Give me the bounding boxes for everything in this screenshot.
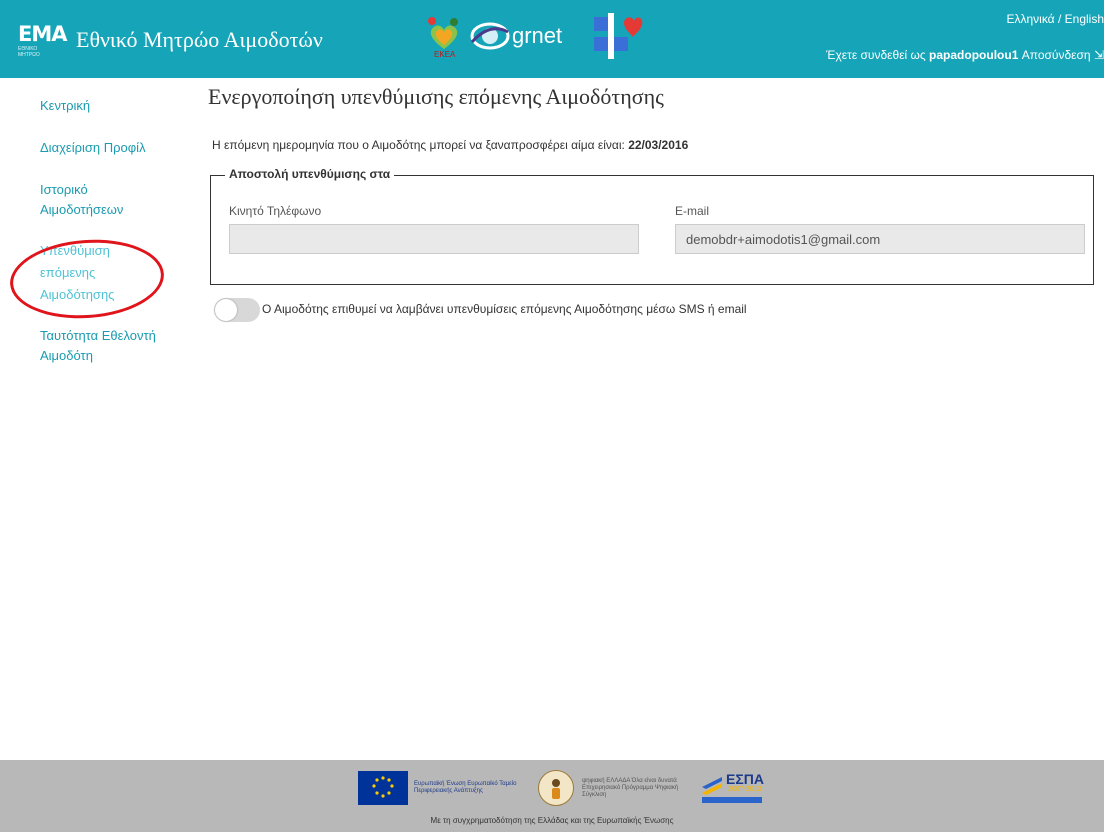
email-label: E-mail — [675, 204, 710, 218]
sidebar-item-home[interactable]: Κεντρική — [40, 96, 190, 116]
footer: Ευρωπαϊκή Ένωση Ευρωπαϊκό Ταμείο Περιφερ… — [0, 760, 1104, 832]
espa-logo: ΕΣΠΑ 2007-2013 — [700, 771, 780, 805]
grnet-logo: grnet — [470, 18, 562, 54]
logout-link[interactable]: Αποσύνδεση — [1022, 48, 1091, 62]
eu-fund-text: Ευρωπαϊκή Ένωση Ευρωπαϊκό Ταμείο Περιφερ… — [414, 781, 517, 794]
espa-text: ΕΣΠΑ — [726, 771, 764, 787]
partner-logos: ΕΚΕΑ grnet — [424, 12, 644, 60]
footer-logos: Ευρωπαϊκή Ένωση Ευρωπαϊκό Ταμείο Περιφερ… — [358, 770, 780, 806]
lang-en-link[interactable]: English — [1065, 12, 1104, 26]
espa-years: 2007-2013 — [728, 786, 762, 793]
brand[interactable]: ΕΜΑ ΕΘΝΙΚΟ ΜΗΤΡΩΟ Εθνικό Μητρώο Αιμοδοτώ… — [18, 22, 323, 58]
ema-logo-text: ΕΜΑ — [18, 22, 68, 46]
fieldset-legend: Αποστολή υπενθύμισης στα — [225, 167, 395, 181]
footer-caption: Με τη συγχρηματοδότηση της Ελλάδας και τ… — [430, 816, 674, 825]
phone-field[interactable] — [229, 224, 639, 254]
reminder-toggle[interactable] — [214, 298, 260, 322]
logout-icon[interactable]: ⇲ — [1094, 48, 1104, 62]
lang-el-link[interactable]: Ελληνικά — [1006, 12, 1054, 26]
health-cross-logo — [592, 13, 644, 59]
next-donation-date-info: Η επόμενη ημερομηνία που ο Αιμοδότης μπο… — [212, 138, 688, 152]
next-date-text: Η επόμενη ημερομηνία που ο Αιμοδότης μπο… — [212, 138, 629, 152]
eu-flag-icon — [358, 771, 408, 805]
page-title: Ενεργοποίηση υπενθύμισης επόμενης Αιμοδό… — [208, 84, 664, 109]
language-switcher: Ελληνικά / English — [1006, 12, 1104, 26]
grnet-logo-text: grnet — [512, 23, 563, 48]
ekea-logo-text: ΕΚΕΑ — [434, 50, 456, 59]
logged-in-prefix: Έχετε συνδεθεί ως — [826, 48, 930, 62]
digital-greece-text: ψηφιακή ΕΛΛΑΔΑ Όλα είναι δυνατά Επιχειρη… — [582, 777, 679, 798]
sidebar-item-profile[interactable]: Διαχείριση Προφίλ — [40, 138, 190, 158]
digital-greece-icon — [538, 770, 574, 806]
lang-separator: / — [1054, 12, 1065, 26]
top-header: ΕΜΑ ΕΘΝΙΚΟ ΜΗΤΡΩΟ Εθνικό Μητρώο Αιμοδοτώ… — [0, 0, 1104, 78]
next-date-value: 22/03/2016 — [628, 138, 689, 152]
toggle-knob — [215, 299, 237, 321]
email-field[interactable] — [675, 224, 1085, 254]
user-status: Έχετε συνδεθεί ως papadopoulou1 Αποσύνδε… — [826, 48, 1104, 62]
sidebar-item-donation-history[interactable]: Ιστορικό Αιμοδοτήσεων — [40, 180, 150, 220]
reminder-fieldset: Αποστολή υπενθύμισης στα Κινητό Τηλέφωνο… — [210, 167, 1094, 285]
sidebar-item-donor-id[interactable]: Ταυτότητα Εθελοντή Αιμοδότη — [40, 326, 170, 366]
phone-label: Κινητό Τηλέφωνο — [229, 204, 322, 218]
brand-title: Εθνικό Μητρώο Αιμοδοτών — [76, 27, 323, 52]
reminder-toggle-label: Ο Αιμοδότης επιθυμεί να λαμβάνει υπενθυμ… — [262, 302, 747, 316]
username: papadopoulou1 — [929, 48, 1019, 62]
ema-logo-subtext: ΕΘΝΙΚΟ ΜΗΤΡΩΟ — [18, 46, 40, 58]
ema-logo: ΕΜΑ ΕΘΝΙΚΟ ΜΗΤΡΩΟ — [18, 22, 68, 58]
ekea-logo: ΕΚΕΑ — [424, 13, 464, 59]
